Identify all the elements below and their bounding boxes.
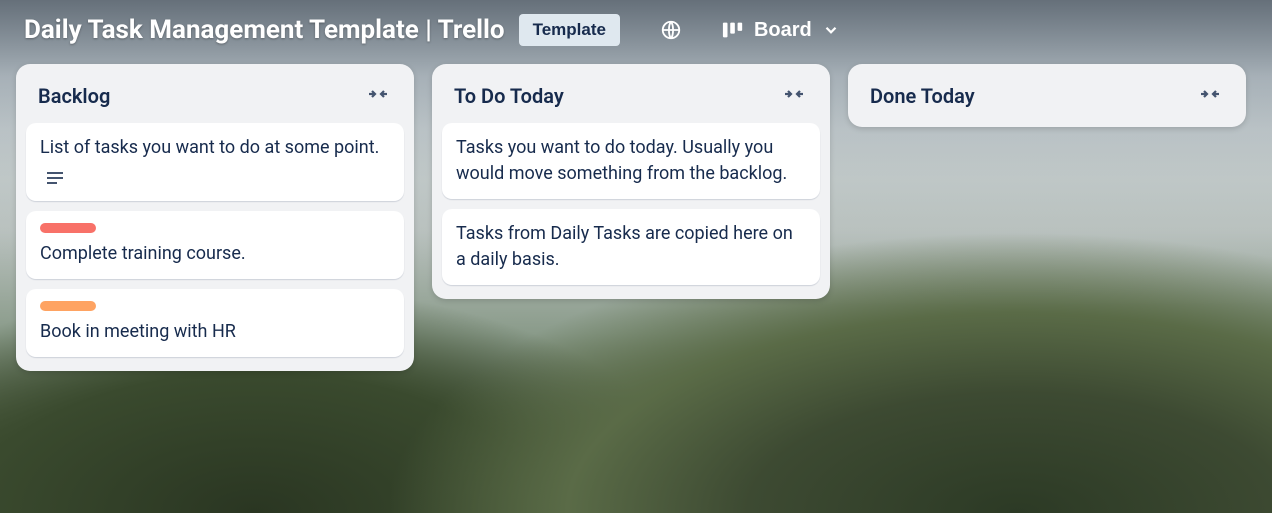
collapse-icon bbox=[782, 86, 806, 105]
list-header: Backlog bbox=[26, 76, 404, 123]
view-switcher[interactable]: Board bbox=[714, 15, 848, 46]
card-text: List of tasks you want to do at some poi… bbox=[40, 135, 390, 161]
view-label: Board bbox=[754, 19, 812, 42]
card-text: Complete training course. bbox=[40, 241, 390, 267]
description-icon bbox=[40, 171, 64, 185]
collapse-list-button[interactable] bbox=[778, 82, 810, 109]
template-badge[interactable]: Template bbox=[519, 14, 620, 46]
collapse-list-button[interactable] bbox=[362, 82, 394, 109]
chevron-down-icon bbox=[822, 21, 840, 39]
card[interactable]: Tasks from Daily Tasks are copied here o… bbox=[442, 209, 820, 285]
collapse-icon bbox=[1198, 86, 1222, 105]
list-backlog: Backlog List of tasks you want to do at … bbox=[16, 64, 414, 371]
board-view-icon bbox=[722, 20, 744, 40]
list-title[interactable]: Done Today bbox=[870, 84, 975, 108]
card[interactable]: Book in meeting with HR bbox=[26, 289, 404, 357]
globe-icon bbox=[660, 19, 682, 41]
list-header: Done Today bbox=[858, 76, 1236, 115]
list-done-today: Done Today bbox=[848, 64, 1246, 127]
visibility-button[interactable] bbox=[654, 15, 688, 45]
card[interactable]: Complete training course. bbox=[26, 211, 404, 279]
list-title[interactable]: Backlog bbox=[38, 84, 110, 108]
card[interactable]: List of tasks you want to do at some poi… bbox=[26, 123, 404, 201]
list-todo-today: To Do Today Tasks you want to do today. … bbox=[432, 64, 830, 299]
card-label[interactable] bbox=[40, 301, 96, 311]
board-title[interactable]: Daily Task Management Template | Trello bbox=[24, 15, 505, 45]
collapse-list-button[interactable] bbox=[1194, 82, 1226, 109]
card[interactable]: Tasks you want to do today. Usually you … bbox=[442, 123, 820, 199]
board-lists: Backlog List of tasks you want to do at … bbox=[0, 64, 1272, 371]
list-header: To Do Today bbox=[442, 76, 820, 123]
card-text: Tasks you want to do today. Usually you … bbox=[456, 135, 806, 187]
list-title[interactable]: To Do Today bbox=[454, 84, 564, 108]
card-text: Tasks from Daily Tasks are copied here o… bbox=[456, 221, 806, 273]
card-text: Book in meeting with HR bbox=[40, 319, 390, 345]
card-label[interactable] bbox=[40, 223, 96, 233]
board-header: Daily Task Management Template | Trello … bbox=[0, 0, 1272, 64]
collapse-icon bbox=[366, 86, 390, 105]
